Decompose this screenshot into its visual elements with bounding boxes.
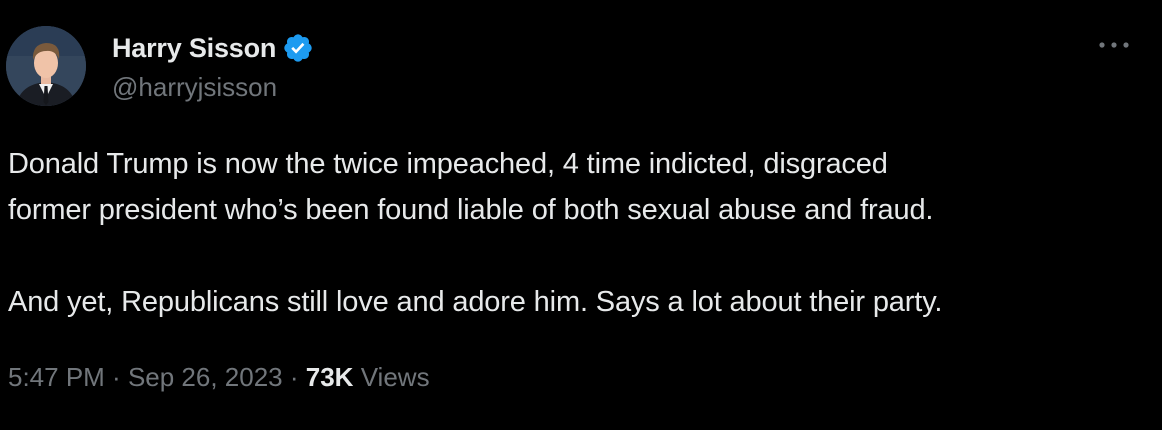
avatar[interactable] (6, 26, 86, 106)
tweet-meta: 5:47 PM · Sep 26, 2023 · 73K Views (8, 362, 430, 393)
meta-separator: · (104, 362, 128, 392)
avatar-image (6, 26, 86, 106)
verified-badge-icon (282, 32, 314, 64)
author-handle[interactable]: @harryjsisson (112, 72, 277, 103)
tweet-time[interactable]: 5:47 PM (8, 362, 105, 393)
author-name-row: Harry Sisson (112, 30, 314, 66)
views-count: 73K (305, 362, 354, 392)
tweet-card: Harry Sisson @harryjsisson Donald Trump … (0, 0, 1162, 430)
more-options-icon (1099, 42, 1129, 48)
tweet-text: Donald Trump is now the twice impeached,… (8, 141, 1148, 325)
tweet-date[interactable]: Sep 26, 2023 (128, 362, 283, 393)
views-label: Views (360, 362, 430, 392)
more-options-button[interactable] (1094, 30, 1134, 60)
tweet-paragraph-2: And yet, Republicans still love and ador… (8, 286, 943, 318)
views-spacer (353, 362, 360, 393)
meta-separator: · (282, 362, 306, 392)
tweet-paragraph-1: Donald Trump is now the twice impeached,… (8, 148, 934, 226)
author-display-name[interactable]: Harry Sisson (112, 33, 276, 64)
